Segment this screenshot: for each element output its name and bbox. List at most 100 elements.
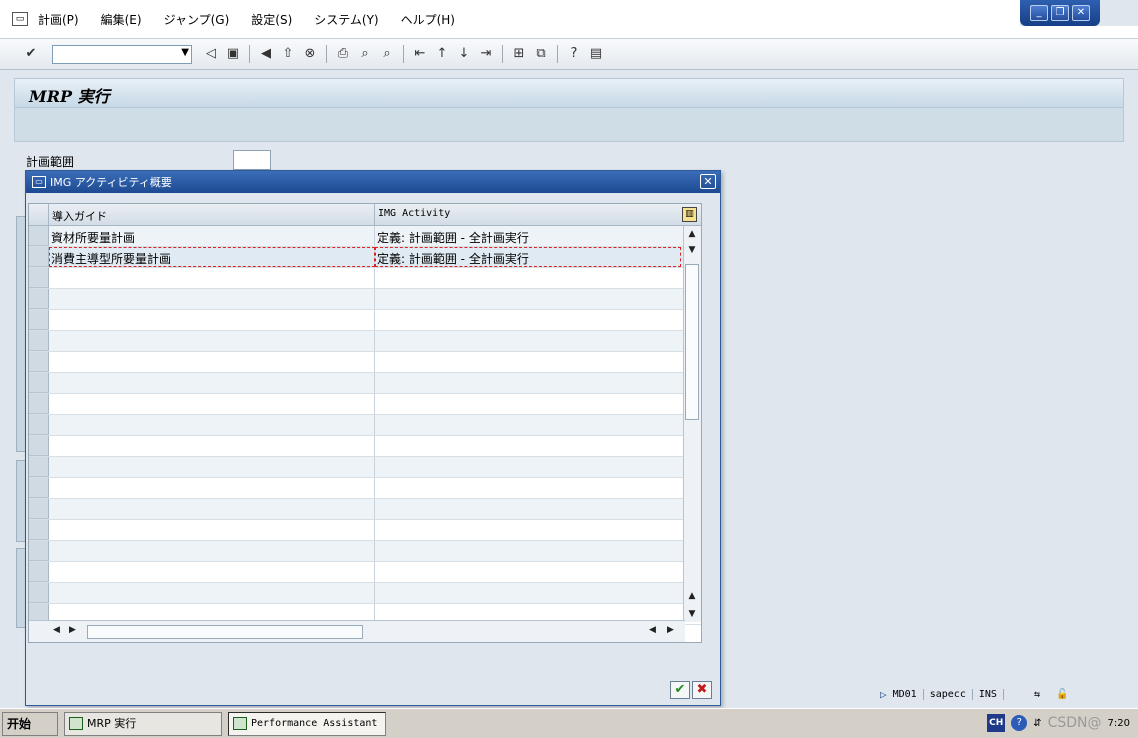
guide-cell[interactable] bbox=[49, 457, 375, 477]
print-icon[interactable]: ⎙ bbox=[334, 45, 352, 63]
row-selector[interactable] bbox=[29, 415, 49, 435]
guide-cell[interactable] bbox=[49, 499, 375, 519]
scroll-right-icon[interactable]: ▶ bbox=[69, 625, 76, 635]
guide-cell[interactable] bbox=[49, 373, 375, 393]
last-page-icon[interactable]: ⇥ bbox=[477, 45, 495, 63]
prev-page-icon[interactable]: ↑ bbox=[433, 45, 451, 63]
row-selector[interactable] bbox=[29, 352, 49, 372]
help-icon[interactable]: ? bbox=[565, 45, 583, 63]
guide-cell[interactable] bbox=[49, 436, 375, 456]
column-header-guide[interactable]: 導入ガイド bbox=[49, 204, 375, 225]
menu-plan[interactable]: 計画(P) bbox=[38, 11, 79, 28]
check-icon[interactable]: ✔ bbox=[22, 45, 40, 63]
empty-table-row[interactable] bbox=[29, 583, 701, 604]
empty-table-row[interactable] bbox=[29, 373, 701, 394]
guide-cell[interactable] bbox=[49, 541, 375, 561]
empty-table-row[interactable] bbox=[29, 268, 701, 289]
empty-table-row[interactable] bbox=[29, 310, 701, 331]
empty-table-row[interactable] bbox=[29, 394, 701, 415]
command-field[interactable]: ▼ bbox=[52, 44, 192, 64]
empty-table-row[interactable] bbox=[29, 436, 701, 457]
status-transaction[interactable]: MD01 bbox=[887, 688, 924, 700]
first-page-icon[interactable]: ⇤ bbox=[411, 45, 429, 63]
activity-cell[interactable] bbox=[375, 331, 681, 351]
empty-table-row[interactable] bbox=[29, 541, 701, 562]
page-down-icon[interactable]: ▼ bbox=[684, 606, 700, 622]
row-selector[interactable] bbox=[29, 373, 49, 393]
row-selector[interactable] bbox=[29, 268, 49, 288]
page-up-icon[interactable]: ▲ bbox=[684, 588, 700, 604]
row-selector[interactable] bbox=[29, 520, 49, 540]
scroll-left-icon[interactable]: ◀ bbox=[649, 625, 656, 635]
vertical-scrollbar[interactable]: ▲ ▼ ▲ ▼ bbox=[683, 226, 701, 622]
scroll-thumb[interactable] bbox=[685, 264, 699, 420]
cancel-button[interactable]: ✖ bbox=[692, 681, 712, 699]
row-selector[interactable] bbox=[29, 310, 49, 330]
lock-icon[interactable]: 🔓 bbox=[1056, 689, 1068, 700]
language-indicator[interactable]: CH bbox=[987, 714, 1006, 732]
activity-cell[interactable] bbox=[375, 478, 681, 498]
activity-cell[interactable] bbox=[375, 352, 681, 372]
close-icon[interactable]: ✕ bbox=[1072, 5, 1090, 21]
empty-table-row[interactable] bbox=[29, 289, 701, 310]
activity-cell[interactable] bbox=[375, 394, 681, 414]
save-icon[interactable]: ▣ bbox=[224, 45, 242, 63]
row-selector[interactable] bbox=[29, 247, 49, 267]
row-selector[interactable] bbox=[29, 394, 49, 414]
guide-cell[interactable] bbox=[49, 289, 375, 309]
activity-cell[interactable] bbox=[375, 520, 681, 540]
back-icon[interactable]: ◀ bbox=[257, 45, 275, 63]
scroll-left-icon[interactable]: ◀ bbox=[53, 625, 60, 635]
activity-cell[interactable] bbox=[375, 289, 681, 309]
column-header-activity[interactable]: IMG Activity bbox=[375, 204, 681, 225]
activity-cell[interactable] bbox=[375, 436, 681, 456]
menu-edit[interactable]: 編集(E) bbox=[101, 11, 142, 28]
empty-table-row[interactable] bbox=[29, 415, 701, 436]
menu-help[interactable]: ヘルプ(H) bbox=[401, 11, 455, 28]
scroll-thumb[interactable] bbox=[87, 625, 363, 639]
status-mode[interactable]: INS bbox=[973, 688, 1004, 700]
guide-cell[interactable] bbox=[49, 394, 375, 414]
grid-layout-icon[interactable]: ▥ bbox=[682, 207, 697, 222]
tray-options-icon[interactable]: ⇵ bbox=[1033, 718, 1041, 729]
menu-settings[interactable]: 設定(S) bbox=[251, 11, 292, 28]
empty-table-row[interactable] bbox=[29, 520, 701, 541]
row-selector[interactable] bbox=[29, 562, 49, 582]
select-all-cell[interactable] bbox=[29, 204, 49, 225]
guide-cell[interactable] bbox=[49, 331, 375, 351]
row-selector[interactable] bbox=[29, 289, 49, 309]
back-arrow-icon[interactable]: ◁ bbox=[202, 45, 220, 63]
menu-system[interactable]: システム(Y) bbox=[314, 11, 378, 28]
find-icon[interactable]: ⌕ bbox=[356, 45, 374, 63]
row-selector[interactable] bbox=[29, 331, 49, 351]
activity-cell[interactable] bbox=[375, 373, 681, 393]
row-selector[interactable] bbox=[29, 457, 49, 477]
guide-cell[interactable] bbox=[49, 352, 375, 372]
empty-table-row[interactable] bbox=[29, 499, 701, 520]
guide-cell[interactable] bbox=[49, 310, 375, 330]
menu-jump[interactable]: ジャンプ(G) bbox=[164, 11, 230, 28]
activity-cell[interactable] bbox=[375, 562, 681, 582]
chevron-down-icon[interactable]: ▼ bbox=[181, 47, 189, 58]
guide-cell[interactable] bbox=[49, 562, 375, 582]
row-selector[interactable] bbox=[29, 478, 49, 498]
activity-cell[interactable]: 定義: 計画範囲 - 全計画実行 bbox=[375, 247, 681, 267]
activity-cell[interactable] bbox=[375, 457, 681, 477]
layout-icon[interactable]: ▤ bbox=[587, 45, 605, 63]
plan-range-input[interactable] bbox=[233, 150, 271, 170]
new-session-icon[interactable]: ⊞ bbox=[510, 45, 528, 63]
next-page-icon[interactable]: ↓ bbox=[455, 45, 473, 63]
table-row[interactable]: 消費主導型所要量計画 定義: 計画範囲 - 全計画実行 bbox=[29, 247, 701, 268]
horizontal-scrollbar[interactable]: ◀ ▶ ◀ ▶ bbox=[29, 620, 685, 642]
system-menu-icon[interactable]: ▭ bbox=[12, 12, 28, 26]
empty-table-row[interactable] bbox=[29, 562, 701, 583]
play-icon[interactable]: ▷ bbox=[880, 688, 887, 701]
guide-cell[interactable] bbox=[49, 478, 375, 498]
find-next-icon[interactable]: ⌕ bbox=[378, 45, 396, 63]
shortcut-icon[interactable]: ⧉ bbox=[532, 45, 550, 63]
exit-icon[interactable]: ⇧ bbox=[279, 45, 297, 63]
cancel-icon[interactable]: ⊗ bbox=[301, 45, 319, 63]
start-button[interactable]: 开始 bbox=[2, 711, 58, 736]
row-selector[interactable] bbox=[29, 583, 49, 603]
empty-table-row[interactable] bbox=[29, 352, 701, 373]
